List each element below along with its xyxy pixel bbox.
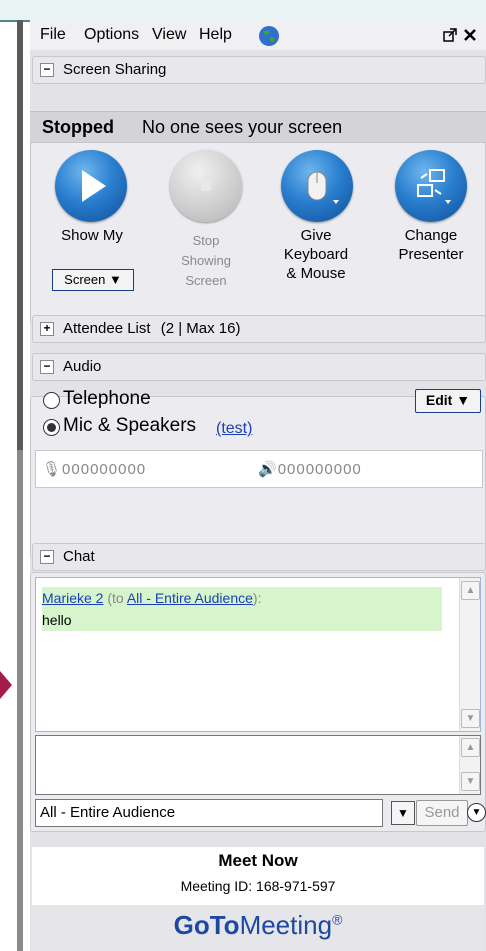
stop-icon bbox=[201, 181, 211, 191]
section-title: Chat bbox=[63, 548, 95, 565]
telephone-label: Telephone bbox=[63, 388, 151, 409]
chat-log-scrollbar[interactable]: ▲ ▼ bbox=[459, 578, 480, 731]
send-button[interactable]: Send bbox=[416, 800, 468, 826]
telephone-radio[interactable] bbox=[43, 392, 60, 409]
chat-header[interactable]: − Chat bbox=[32, 543, 486, 571]
recipient-link[interactable]: All - Entire Audience bbox=[127, 590, 253, 606]
edit-audio-button[interactable]: Edit ▼ bbox=[415, 389, 481, 413]
collapse-icon[interactable]: − bbox=[40, 550, 54, 564]
give-label-1: Give bbox=[300, 227, 332, 244]
give-label-3: & Mouse bbox=[286, 265, 346, 282]
attendee-list-header[interactable]: + Attendee List (2 | Max 16) bbox=[32, 315, 486, 343]
to-suffix: ): bbox=[252, 590, 262, 606]
expand-icon[interactable]: + bbox=[40, 322, 54, 336]
screen-sharing-header[interactable]: − Screen Sharing bbox=[32, 56, 486, 84]
mic-speakers-label: Mic & Speakers bbox=[63, 415, 197, 436]
chat-input-scrollbar[interactable]: ▲ ▼ bbox=[459, 736, 480, 794]
close-icon[interactable] bbox=[462, 27, 478, 43]
chat-input[interactable]: ▲ ▼ bbox=[35, 735, 481, 795]
attendee-list-label: Attendee List bbox=[63, 320, 151, 337]
status-message: No one sees your screen bbox=[142, 117, 343, 137]
scroll-up-icon[interactable]: ▲ bbox=[461, 738, 480, 757]
menu-bar: File Options View Help bbox=[30, 20, 486, 50]
stop-showing-button[interactable] bbox=[170, 150, 242, 222]
change-label-2: Presenter bbox=[398, 246, 464, 263]
collapse-icon[interactable]: − bbox=[40, 63, 54, 77]
section-title: Attendee List (2 | Max 16) bbox=[63, 320, 241, 337]
section-title: Audio bbox=[63, 358, 102, 375]
attendee-count: (2 | Max 16) bbox=[160, 320, 241, 337]
chat-log[interactable]: Marieke 2 (to All - Entire Audience): he… bbox=[35, 577, 481, 732]
microphone-icon: 🎙 bbox=[42, 461, 63, 478]
screen-dropdown[interactable]: Screen ▼ bbox=[52, 269, 134, 291]
show-my-label: Show My bbox=[61, 227, 123, 244]
speaker-meter: 🔊000000000 bbox=[258, 461, 362, 478]
presenter-icon bbox=[417, 169, 451, 204]
scroll-down-icon[interactable]: ▼ bbox=[461, 772, 480, 791]
gotomeeting-logo: GoToMeeting® bbox=[32, 905, 484, 951]
show-my-screen-button[interactable] bbox=[55, 150, 127, 222]
left-divider-dark bbox=[17, 20, 23, 450]
send-options-icon[interactable]: ▼ bbox=[467, 803, 486, 822]
stop-label-3: Screen bbox=[185, 273, 227, 288]
section-title: Screen Sharing bbox=[63, 61, 167, 78]
meeting-title: Meet Now bbox=[218, 851, 298, 870]
menu-options[interactable]: Options bbox=[84, 26, 139, 44]
scroll-up-icon[interactable]: ▲ bbox=[461, 581, 480, 600]
recipient-value: All - Entire Audience bbox=[40, 804, 176, 821]
speaker-icon: 🔊 bbox=[258, 461, 278, 478]
popout-icon[interactable] bbox=[442, 27, 458, 43]
top-border bbox=[0, 0, 486, 22]
stop-label-2: Showing bbox=[181, 253, 231, 268]
menu-help[interactable]: Help bbox=[199, 26, 232, 44]
recipient-select[interactable]: All - Entire Audience bbox=[35, 799, 383, 827]
globe-icon[interactable] bbox=[258, 25, 280, 52]
scroll-down-icon[interactable]: ▼ bbox=[461, 709, 480, 728]
meeting-info: Meet Now Meeting ID: 168-971-597 GoToMee… bbox=[32, 847, 484, 951]
to-prefix: (to bbox=[107, 590, 124, 606]
change-presenter-button[interactable] bbox=[395, 150, 467, 222]
chat-message-text: hello bbox=[42, 609, 442, 631]
test-link[interactable]: (test) bbox=[216, 420, 252, 438]
status-word: Stopped bbox=[42, 117, 114, 137]
control-panel: File Options View Help − Screen Sharing … bbox=[30, 20, 486, 951]
sharing-status-bar: Stopped No one sees your screen bbox=[30, 111, 486, 143]
change-label-1: Change bbox=[404, 227, 458, 244]
meeting-id: Meeting ID: 168-971-597 bbox=[180, 878, 336, 894]
play-icon bbox=[82, 170, 106, 202]
give-keyboard-mouse-button[interactable] bbox=[281, 150, 353, 222]
mouse-icon bbox=[307, 171, 339, 204]
collapse-icon[interactable]: − bbox=[40, 360, 54, 374]
sender-link[interactable]: Marieke 2 bbox=[42, 590, 103, 606]
chat-message-header: Marieke 2 (to All - Entire Audience): bbox=[42, 587, 442, 609]
menu-file[interactable]: File bbox=[40, 26, 66, 44]
radio-selected-dot bbox=[47, 423, 56, 432]
audio-meters: 🎙000000000 🔊000000000 bbox=[35, 450, 483, 488]
give-label-2: Keyboard bbox=[283, 246, 349, 263]
chevron-down-icon[interactable]: ▼ bbox=[391, 801, 415, 825]
menu-view[interactable]: View bbox=[152, 26, 186, 44]
audio-header[interactable]: − Audio bbox=[32, 353, 486, 381]
stop-label-1: Stop bbox=[192, 233, 220, 248]
mic-meter: 🎙000000000 bbox=[42, 461, 147, 478]
pointer-arrow-icon bbox=[0, 671, 12, 699]
mic-speakers-radio[interactable] bbox=[43, 419, 60, 436]
